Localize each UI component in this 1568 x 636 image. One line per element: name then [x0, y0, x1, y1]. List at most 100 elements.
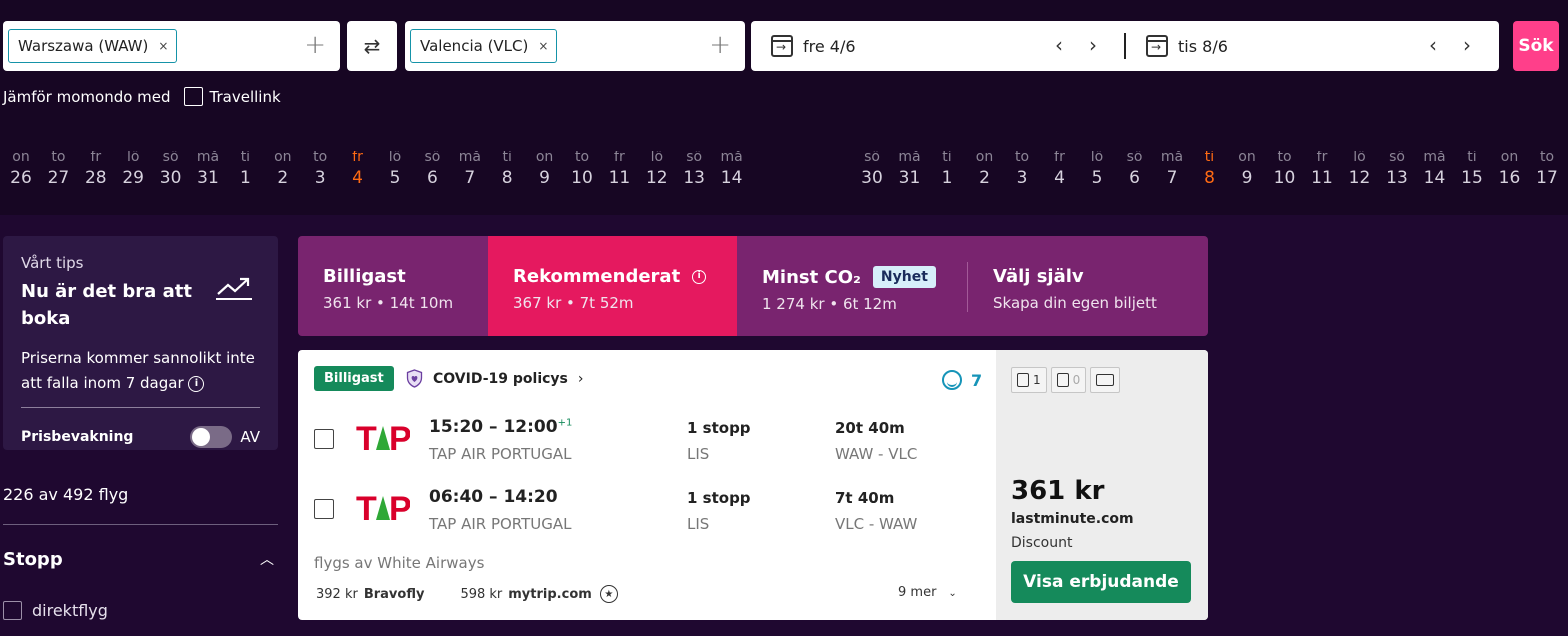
tab-title: Minst CO₂ Nyhet: [762, 266, 968, 288]
covid-policy-link[interactable]: COVID-19 policys ›: [406, 369, 584, 388]
return-next-icon[interactable]: ›: [1463, 34, 1471, 56]
day-option[interactable]: må 7: [452, 151, 488, 188]
day-option[interactable]: lö 29: [115, 151, 151, 188]
day-option[interactable]: sö 13: [1379, 151, 1415, 188]
day-option[interactable]: ti 1: [227, 151, 263, 188]
info-icon[interactable]: i: [692, 269, 707, 284]
day-option[interactable]: må 7: [1154, 151, 1190, 188]
day-option[interactable]: on 9: [1229, 151, 1265, 188]
day-option[interactable]: må 31: [892, 151, 928, 188]
day-weekday: to: [574, 151, 590, 165]
day-option[interactable]: sö 6: [414, 151, 450, 188]
day-option[interactable]: to 10: [564, 151, 600, 188]
stops-filter-header[interactable]: Stopp ︿: [3, 549, 278, 570]
day-option[interactable]: må 14: [1417, 151, 1453, 188]
day-option[interactable]: to 3: [1004, 151, 1040, 188]
tab-choose-yourself[interactable]: Välj själv Skapa din egen biljett: [968, 236, 1208, 336]
day-option[interactable]: ti 8: [1192, 151, 1228, 188]
operated-by: flygs av White Airways: [314, 554, 485, 572]
day-number: 11: [608, 168, 631, 188]
chevron-up-icon[interactable]: ︿: [260, 549, 274, 570]
tab-recommended[interactable]: Rekommenderat i 367 kr • 7t 52m: [488, 236, 737, 336]
provider-option[interactable]: 598 kr mytrip.com: [460, 587, 591, 602]
price-alert-toggle[interactable]: [190, 426, 233, 448]
leg-via: LIS: [687, 445, 710, 463]
swap-icon: ⇄: [363, 34, 381, 58]
day-option[interactable]: on 2: [265, 151, 301, 188]
depart-date: fre 4/6: [803, 36, 856, 56]
origin-chip[interactable]: Warszawa (WAW) ×: [8, 29, 178, 63]
day-option[interactable]: fr 4: [1042, 151, 1078, 188]
depart-date-picker[interactable]: fre 4/6: [771, 21, 856, 71]
rating[interactable]: 7: [942, 370, 982, 390]
day-option[interactable]: fr 11: [1304, 151, 1340, 188]
return-prev-icon[interactable]: ‹: [1429, 34, 1437, 56]
day-option[interactable]: sö 6: [1117, 151, 1153, 188]
day-option[interactable]: on 26: [3, 151, 39, 188]
day-weekday: må: [1160, 151, 1184, 165]
checked-bag-count: 0: [1072, 373, 1081, 387]
destination-field[interactable]: Valencia (VLC) × +: [405, 21, 745, 71]
day-option[interactable]: lö 12: [1342, 151, 1378, 188]
day-weekday: to: [1014, 151, 1030, 165]
day-option[interactable]: lö 5: [377, 151, 413, 188]
day-option[interactable]: fr 28: [78, 151, 114, 188]
day-option[interactable]: on 2: [967, 151, 1003, 188]
day-option[interactable]: lö 12: [639, 151, 675, 188]
day-option[interactable]: må 14: [714, 151, 750, 188]
search-button[interactable]: Sök: [1513, 21, 1559, 71]
tip-label: Vårt tips: [21, 254, 84, 272]
day-option[interactable]: sö 30: [854, 151, 890, 188]
depart-next-icon[interactable]: ›: [1089, 34, 1097, 56]
day-option[interactable]: on 16: [1492, 151, 1528, 188]
add-destination-icon[interactable]: +: [709, 32, 731, 58]
filter-divider: [3, 524, 278, 525]
tab-least-co2[interactable]: Minst CO₂ Nyhet 1 274 kr • 6t 12m: [737, 236, 968, 336]
day-option[interactable]: må 31: [190, 151, 226, 188]
day-number: 6: [1129, 168, 1140, 188]
tab-cheapest[interactable]: Billigast 361 kr • 14t 10m: [298, 236, 488, 336]
day-option[interactable]: to 27: [40, 151, 76, 188]
day-option[interactable]: to 10: [1267, 151, 1303, 188]
destination-chip[interactable]: Valencia (VLC) ×: [410, 29, 558, 63]
swap-button[interactable]: ⇄: [347, 21, 397, 71]
day-weekday: må: [458, 151, 481, 165]
day-option[interactable]: ti 15: [1454, 151, 1490, 188]
leg-checkbox[interactable]: [314, 429, 334, 449]
compare-checkbox[interactable]: [183, 87, 203, 106]
result-card[interactable]: Billigast COVID-19 policys › 7 T P 15:20…: [298, 350, 1208, 620]
day-option[interactable]: fr 11: [601, 151, 637, 188]
svg-text:T: T: [356, 490, 377, 526]
info-icon[interactable]: i: [188, 375, 205, 392]
add-origin-icon[interactable]: +: [304, 32, 326, 58]
day-option[interactable]: fr 4: [340, 151, 376, 188]
compare-option[interactable]: Travellink: [210, 88, 281, 106]
day-option[interactable]: ti 8: [489, 151, 525, 188]
day-number: 8: [501, 168, 513, 188]
remove-destination-icon[interactable]: ×: [538, 39, 548, 53]
day-number: 11: [1311, 168, 1333, 188]
day-option[interactable]: to 3: [302, 151, 338, 188]
day-option[interactable]: lö 5: [1079, 151, 1115, 188]
direct-flight-checkbox[interactable]: [3, 601, 22, 620]
leg-times: 06:40 – 14:20: [429, 487, 558, 507]
origin-field[interactable]: Warszawa (WAW) × +: [3, 21, 340, 71]
direct-flight-filter[interactable]: direktflyg: [3, 601, 108, 620]
tip-description-text: Priserna kommer sannolikt inte att falla…: [21, 349, 255, 392]
day-weekday: ti: [502, 151, 512, 165]
more-providers-button[interactable]: 9 mer ⌄: [898, 585, 957, 600]
tab-subtitle: 361 kr • 14t 10m: [323, 294, 454, 312]
leg-checkbox[interactable]: [314, 499, 334, 519]
return-date-picker[interactable]: tis 8/6: [1146, 21, 1228, 71]
day-option[interactable]: to 17: [1529, 151, 1565, 188]
trend-up-icon: [216, 277, 252, 300]
depart-prev-icon[interactable]: ‹: [1055, 34, 1063, 56]
day-option[interactable]: ti 1: [929, 151, 965, 188]
day-option[interactable]: sö 13: [676, 151, 712, 188]
provider-option[interactable]: 392 kr Bravofly: [316, 587, 424, 602]
remove-origin-icon[interactable]: ×: [158, 39, 168, 53]
day-option[interactable]: sö 30: [153, 151, 189, 188]
day-option[interactable]: on 9: [527, 151, 563, 188]
view-deal-button[interactable]: Visa erbjudande: [1011, 561, 1191, 603]
more-providers-label: 9 mer: [898, 585, 937, 600]
